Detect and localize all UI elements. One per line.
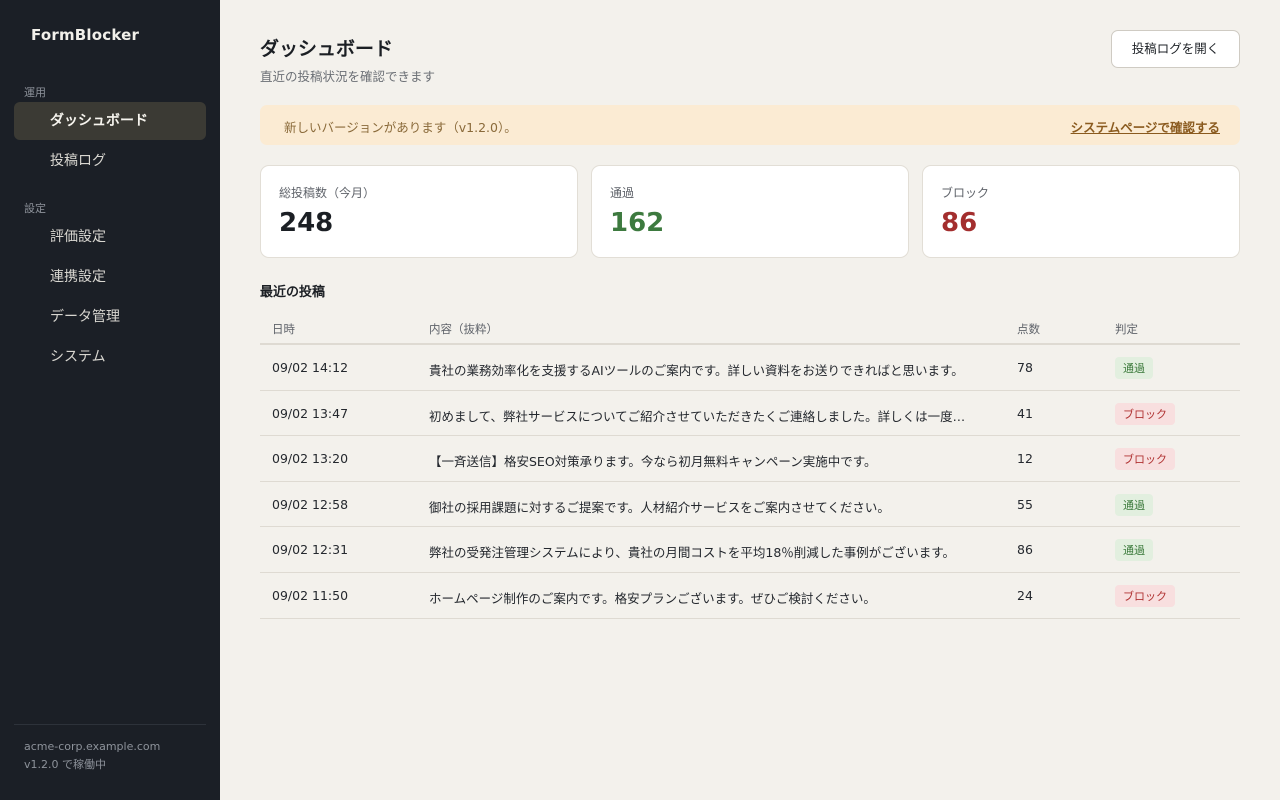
post-content: 初めまして、弊社サービスについてご紹介させていただきたくご連絡しました。詳しくは… <box>429 408 966 424</box>
table-row[interactable]: 09/02 12:31 弊社の受発注管理システムにより、貴社の月間コストを平均1… <box>260 527 1240 573</box>
stat-value-block: 86 <box>941 208 978 238</box>
status-badge: 通過 <box>1115 539 1153 562</box>
recent-posts-table: 日時 内容（抜粋） 点数 判定 09/02 14:12 貴社の業務効率化を支援す… <box>260 312 1240 619</box>
update-notice: 新しいバージョンがあります（v1.2.0）。 システムページで確認する <box>260 105 1240 145</box>
post-date: 09/02 12:58 <box>272 496 349 512</box>
verdict-cell: ブロック <box>1115 448 1175 471</box>
table-row[interactable]: 09/02 13:47 初めまして、弊社サービスについてご紹介させていただきたく… <box>260 391 1240 437</box>
sidebar-item-integration-settings[interactable]: 連携設定 <box>14 258 206 296</box>
status-badge: ブロック <box>1115 584 1175 607</box>
open-post-log-button[interactable]: 投稿ログを開く <box>1111 30 1240 68</box>
sidebar-divider <box>14 724 206 725</box>
post-content: 弊社の受発注管理システムにより、貴社の月間コストを平均18％削減した事例がござい… <box>429 545 956 561</box>
post-score: 78 <box>1017 360 1033 375</box>
post-content: ホームページ制作のご案内です。格安プランございます。ぜひご検討ください。 <box>429 590 876 606</box>
status-badge: 通過 <box>1115 357 1153 379</box>
sidebar-item-post-log[interactable]: 投稿ログ <box>14 142 206 180</box>
main-content: ダッシュボード 直近の投稿状況を確認できます 投稿ログを開く 新しいバージョンが… <box>220 0 1280 800</box>
post-score: 86 <box>1017 542 1033 558</box>
page-title: ダッシュボード <box>260 38 394 60</box>
sidebar-footer-host: acme-corp.example.com <box>24 740 161 753</box>
sidebar-footer-status: v1.2.0 で稼働中 <box>24 758 106 771</box>
post-date: 09/02 11:50 <box>272 587 349 603</box>
system-page-link[interactable]: システムページで確認する <box>1071 117 1220 136</box>
sidebar-section-settings: 設定 <box>24 202 46 215</box>
status-badge: ブロック <box>1115 448 1175 471</box>
post-date: 09/02 13:20 <box>272 451 349 467</box>
post-date: 09/02 13:47 <box>272 405 349 421</box>
stat-label-total: 総投稿数（今月） <box>279 186 376 200</box>
column-header-content[interactable]: 内容（抜粋） <box>429 321 989 337</box>
verdict-cell: 通過 <box>1115 493 1153 516</box>
stat-card-total: 総投稿数（今月） 248 <box>260 165 578 258</box>
column-header-date[interactable]: 日時 <box>272 321 295 337</box>
post-score: 12 <box>1017 451 1033 467</box>
status-badge: ブロック <box>1115 402 1175 425</box>
sidebar-section-ops: 運用 <box>24 86 46 99</box>
sidebar-item-system[interactable]: システム <box>14 338 206 376</box>
post-score: 41 <box>1017 405 1033 421</box>
table-row[interactable]: 09/02 11:50 ホームページ制作のご案内です。格安プランございます。ぜひ… <box>260 573 1240 619</box>
stat-card-pass: 通過 162 <box>591 165 909 258</box>
table-row[interactable]: 09/02 13:20 【一斉送信】格安SEO対策承ります。今なら初月無料キャン… <box>260 436 1240 482</box>
stat-value-pass: 162 <box>610 208 665 238</box>
stat-label-block: ブロック <box>941 186 990 200</box>
verdict-cell: ブロック <box>1115 402 1175 425</box>
sidebar-item-dashboard[interactable]: ダッシュボード <box>14 102 206 140</box>
stat-value-total: 248 <box>279 208 334 238</box>
recent-posts-title: 最近の投稿 <box>260 285 326 300</box>
post-content: 【一斉送信】格安SEO対策承ります。今なら初月無料キャンペーン実施中です。 <box>429 454 877 470</box>
column-header-score[interactable]: 点数 <box>1017 321 1040 337</box>
post-score: 24 <box>1017 587 1033 603</box>
sidebar: FormBlocker 運用 ダッシュボード 投稿ログ 設定 評価設定 連携設定… <box>0 0 220 800</box>
sidebar-item-data-management[interactable]: データ管理 <box>14 298 206 336</box>
column-header-verdict[interactable]: 判定 <box>1115 321 1138 337</box>
verdict-cell: 通過 <box>1115 539 1153 562</box>
table-row[interactable]: 09/02 12:58 御社の採用課題に対するご提案です。人材紹介サービスをご案… <box>260 482 1240 528</box>
status-badge: 通過 <box>1115 493 1153 516</box>
post-date: 09/02 12:31 <box>272 542 349 558</box>
verdict-cell: ブロック <box>1115 584 1175 607</box>
verdict-cell: 通過 <box>1115 357 1153 379</box>
post-content: 貴社の業務効率化を支援するAIツールのご案内です。詳しい資料をお送りできればと思… <box>429 363 964 378</box>
table-header: 日時 内容（抜粋） 点数 判定 <box>260 312 1240 345</box>
update-notice-text: 新しいバージョンがあります（v1.2.0）。 <box>284 120 517 135</box>
page-subtitle: 直近の投稿状況を確認できます <box>260 69 436 84</box>
table-row[interactable]: 09/02 14:12 貴社の業務効率化を支援するAIツールのご案内です。詳しい… <box>260 345 1240 391</box>
app-brand[interactable]: FormBlocker <box>31 26 139 44</box>
post-content: 御社の採用課題に対するご提案です。人材紹介サービスをご案内させてください。 <box>429 499 890 515</box>
stat-label-pass: 通過 <box>610 186 635 200</box>
stat-card-block: ブロック 86 <box>922 165 1240 258</box>
sidebar-item-evaluation-settings[interactable]: 評価設定 <box>14 218 206 256</box>
post-date: 09/02 14:12 <box>272 360 349 375</box>
post-score: 55 <box>1017 496 1033 512</box>
